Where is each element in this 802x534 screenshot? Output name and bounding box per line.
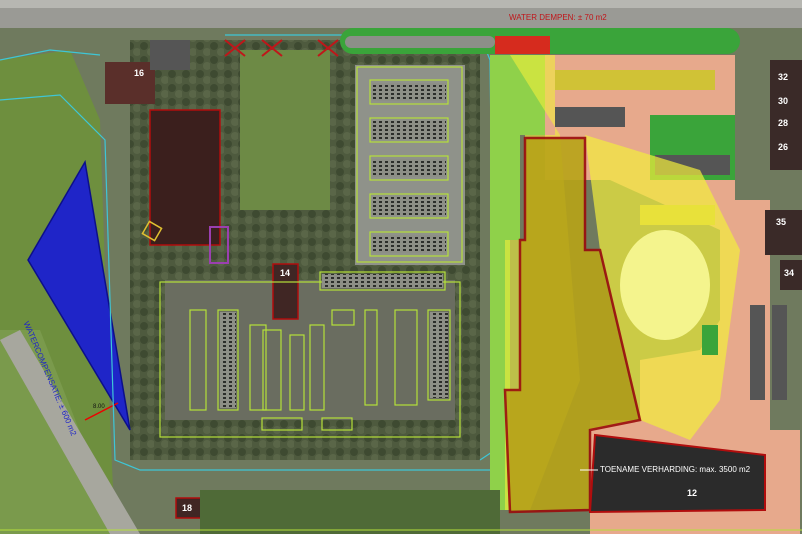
house-30-label: 30 [778, 96, 789, 106]
building-16 [105, 62, 155, 104]
house-32-label: 32 [778, 72, 789, 82]
highlight-ellipse [620, 230, 710, 340]
house-28-label: 28 [778, 118, 789, 128]
house-35-label: 35 [776, 217, 787, 227]
building-18-label: 18 [182, 503, 193, 513]
dimension-label: 8.00 [93, 404, 105, 410]
path-strip [345, 36, 495, 48]
site-plan-map[interactable]: WATER DEMPEN: ± 70 m2 WATERCOMPENSATIE: … [0, 0, 802, 534]
map-canvas [0, 0, 802, 534]
house-26-label: 26 [778, 142, 789, 152]
water-dampen-label: WATER DEMPEN: ± 70 m2 [509, 13, 607, 22]
green-patch [702, 325, 718, 355]
top-road-edge [0, 0, 802, 8]
building-14-label: 14 [280, 268, 291, 278]
building-block [149, 109, 221, 246]
lawn [240, 50, 330, 210]
south-field [200, 490, 500, 534]
water-dampen-zone [495, 36, 550, 54]
shed [150, 40, 190, 70]
parking-row-1 [555, 70, 715, 90]
house-34-label: 34 [784, 268, 795, 278]
building-16-label: 16 [134, 68, 145, 78]
paving-increase-label: TOENAME VERHARDING: max. 3500 m2 [600, 465, 751, 474]
parking-row-2 [555, 107, 625, 127]
building-12-label: 12 [687, 488, 698, 498]
